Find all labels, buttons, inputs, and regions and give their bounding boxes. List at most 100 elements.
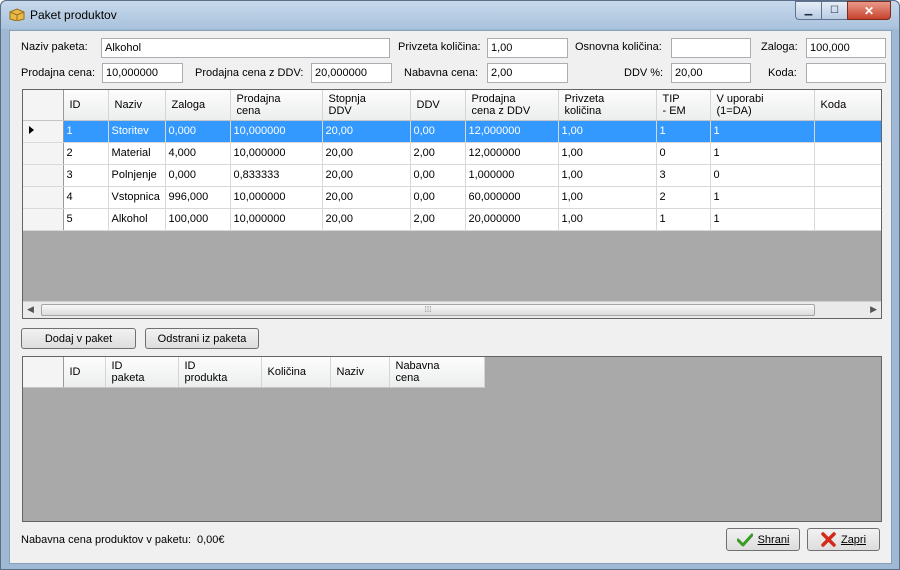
scroll-thumb[interactable]: ⁞⁞⁞	[41, 304, 815, 316]
privzeta-input[interactable]: 1,00	[487, 38, 568, 58]
table-cell[interactable]: 10,000000	[230, 186, 323, 209]
table-cell[interactable]: 60,000000	[465, 186, 559, 209]
table-cell[interactable]: 5	[63, 208, 109, 231]
table-cell[interactable]: 3	[656, 164, 711, 187]
table-cell[interactable]: Polnjenje	[108, 164, 166, 187]
table-cell[interactable]	[814, 142, 881, 165]
table-cell[interactable]: 20,00	[322, 142, 411, 165]
table-cell[interactable]: 4	[63, 186, 109, 209]
row-header[interactable]	[23, 208, 64, 231]
products-column-header[interactable]: TIP - EM	[656, 90, 711, 121]
table-cell[interactable]: 20,00	[322, 208, 411, 231]
products-column-header[interactable]: V uporabi (1=DA)	[710, 90, 815, 121]
products-column-header[interactable]: Prodajna cena	[230, 90, 323, 121]
row-header[interactable]	[23, 142, 64, 165]
table-cell[interactable]: 1,000000	[465, 164, 559, 187]
package-column-header[interactable]: ID paketa	[105, 357, 179, 388]
table-cell[interactable]	[814, 120, 881, 143]
products-column-header[interactable]: Zaloga	[165, 90, 231, 121]
table-cell[interactable]: 12,000000	[465, 120, 559, 143]
table-cell[interactable]: 996,000	[165, 186, 231, 209]
table-row[interactable]: 5 Alkohol 100,000 10,000000 20,00 2,00 20,0000…	[23, 208, 881, 231]
products-column-header[interactable]: Naziv	[108, 90, 166, 121]
zaloga-input[interactable]: 100,000	[806, 38, 886, 58]
package-column-header[interactable]: Naziv	[330, 357, 390, 388]
products-column-header[interactable]: Privzeta količina	[558, 90, 657, 121]
table-cell[interactable]: 1	[710, 186, 815, 209]
osnovna-input[interactable]	[671, 38, 751, 58]
prodajna-input[interactable]: 10,000000	[102, 63, 183, 83]
table-cell[interactable]: 2	[656, 186, 711, 209]
package-column-header[interactable]: Nabavna cena	[389, 357, 485, 388]
package-grid[interactable]: ID ID paketa ID produkta Količina Naziv Nabav…	[22, 356, 882, 522]
table-row[interactable]: 1 Storitev 0,000 10,000000 20,00 0,00 12,00000…	[23, 120, 881, 143]
products-column-header[interactable]: Prodajna cena z DDV	[465, 90, 559, 121]
table-cell[interactable]: 0,833333	[230, 164, 323, 187]
nabavna-input[interactable]: 2,00	[487, 63, 568, 83]
zapri-button[interactable]: Zapri	[807, 528, 880, 551]
table-row[interactable]: 2 Material 4,000 10,000000 20,00 2,00 12,00000…	[23, 142, 881, 165]
row-header[interactable]	[23, 164, 64, 187]
table-cell[interactable]: 0,000	[165, 164, 231, 187]
table-cell[interactable]: 2,00	[410, 208, 466, 231]
maximize-button[interactable]: ☐	[821, 1, 847, 20]
table-cell[interactable]: 1	[710, 142, 815, 165]
table-cell[interactable]: 1,00	[558, 208, 657, 231]
naziv-input[interactable]: Alkohol	[101, 38, 390, 58]
table-cell[interactable]: 12,000000	[465, 142, 559, 165]
table-cell[interactable]: 0	[710, 164, 815, 187]
table-cell[interactable]: 1	[710, 120, 815, 143]
row-header[interactable]	[23, 120, 64, 143]
table-cell[interactable]: 0,00	[410, 164, 466, 187]
table-cell[interactable]: 1	[656, 208, 711, 231]
table-cell[interactable]: 1	[63, 120, 109, 143]
products-column-header[interactable]: DDV	[410, 90, 466, 121]
ddv-input[interactable]: 20,00	[671, 63, 751, 83]
table-cell[interactable]: Material	[108, 142, 166, 165]
table-cell[interactable]: 0,000	[165, 120, 231, 143]
package-column-header[interactable]: Količina	[261, 357, 331, 388]
table-cell[interactable]	[814, 208, 881, 231]
table-row[interactable]: 3 Polnjenje 0,000 0,833333 20,00 0,00 1,000000…	[23, 164, 881, 187]
koda-input[interactable]	[806, 63, 886, 83]
close-window-button[interactable]: ✕	[847, 1, 891, 20]
table-row[interactable]: 4 Vstopnica 996,000 10,000000 20,00 0,00 60,00…	[23, 186, 881, 209]
products-column-header[interactable]: Stopnja DDV	[322, 90, 411, 121]
package-column-header[interactable]: ID	[63, 357, 106, 388]
prodajna-ddv-input[interactable]: 20,000000	[311, 63, 392, 83]
minimize-button[interactable]: ▁	[795, 1, 821, 20]
table-cell[interactable]: 2,00	[410, 142, 466, 165]
table-cell[interactable]: 20,000000	[465, 208, 559, 231]
table-cell[interactable]: Vstopnica	[108, 186, 166, 209]
table-cell[interactable]: 1	[656, 120, 711, 143]
row-header[interactable]	[23, 186, 64, 209]
table-cell[interactable]: 0	[656, 142, 711, 165]
table-cell[interactable]: 3	[63, 164, 109, 187]
table-cell[interactable]: 0,00	[410, 120, 466, 143]
table-cell[interactable]	[814, 164, 881, 187]
products-column-header[interactable]: Koda	[814, 90, 881, 121]
scroll-right-icon[interactable]: ▶	[870, 304, 877, 315]
package-column-header[interactable]: ID produkta	[178, 357, 262, 388]
title-bar[interactable]: Paket produktov ▁ ☐ ✕	[1, 1, 899, 29]
products-grid[interactable]: ID Naziv Zaloga Prodajna cena Stopnja DDV DDV…	[22, 89, 882, 319]
table-cell[interactable]: 10,000000	[230, 142, 323, 165]
table-cell[interactable]: 20,00	[322, 164, 411, 187]
table-cell[interactable]: 20,00	[322, 120, 411, 143]
table-cell[interactable]: 4,000	[165, 142, 231, 165]
table-cell[interactable]: 1,00	[558, 164, 657, 187]
table-cell[interactable]: Alkohol	[108, 208, 166, 231]
table-cell[interactable]: 20,00	[322, 186, 411, 209]
table-cell[interactable]: 0,00	[410, 186, 466, 209]
products-hscrollbar[interactable]: ◀ ⁞⁞⁞ ▶	[23, 301, 881, 318]
table-cell[interactable]: 100,000	[165, 208, 231, 231]
dodaj-button[interactable]: Dodaj v paket	[21, 328, 136, 349]
table-cell[interactable]: 10,000000	[230, 120, 323, 143]
odstrani-button[interactable]: Odstrani iz paketa	[145, 328, 259, 349]
table-cell[interactable]	[814, 186, 881, 209]
table-cell[interactable]: 10,000000	[230, 208, 323, 231]
scroll-left-icon[interactable]: ◀	[27, 304, 34, 315]
products-column-header[interactable]: ID	[63, 90, 109, 121]
table-cell[interactable]: Storitev	[108, 120, 166, 143]
table-cell[interactable]: 1	[710, 208, 815, 231]
